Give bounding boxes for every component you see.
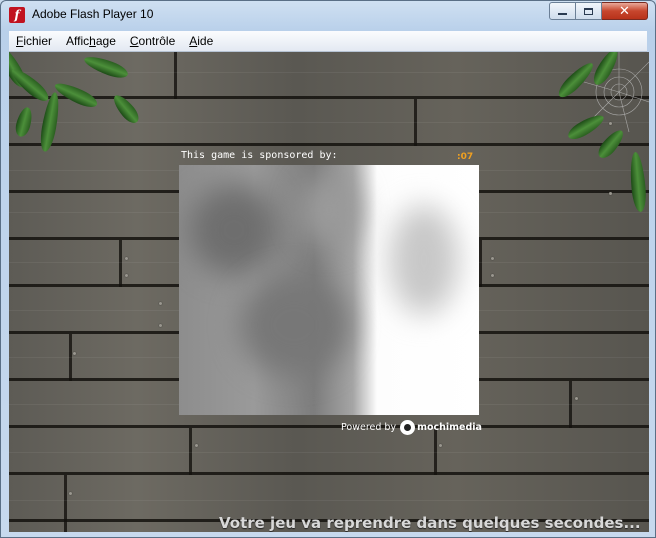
- plank-joint: [64, 475, 67, 532]
- window-title: Adobe Flash Player 10: [32, 7, 154, 21]
- ad-blur: [189, 185, 279, 275]
- wood-grain: [9, 500, 649, 501]
- close-button[interactable]: ✕: [602, 2, 648, 20]
- menu-aide-rest: ide: [197, 34, 214, 48]
- resume-message: Votre jeu va reprendre dans quelques sec…: [219, 514, 641, 532]
- plank-joint: [119, 240, 122, 287]
- menu-fichier-rest: ichier: [23, 34, 53, 48]
- flash-player-window: f Adobe Flash Player 10 ✕ Fichier Affich…: [0, 0, 656, 538]
- menu-affichage[interactable]: Affichage: [59, 34, 123, 48]
- nail: [69, 492, 72, 495]
- flash-icon[interactable]: f: [9, 7, 25, 23]
- caption-buttons: ✕: [549, 2, 648, 20]
- sponsor-ad[interactable]: [179, 165, 479, 415]
- nail: [73, 352, 76, 355]
- flash-stage[interactable]: This game is sponsored by: :07 Powered b…: [9, 52, 649, 532]
- nail: [125, 257, 128, 260]
- nail: [159, 302, 162, 305]
- menu-affichage-pre: Affic: [66, 34, 90, 48]
- menu-affichage-rest: age: [95, 34, 116, 48]
- powered-by[interactable]: Powered by mochimedia: [341, 420, 482, 435]
- wood-grain: [9, 452, 649, 453]
- leaf-decoration: [628, 151, 648, 213]
- menu-bar: Fichier Affichage Contrôle Aide: [9, 31, 647, 52]
- nail: [491, 257, 494, 260]
- nail: [575, 397, 578, 400]
- powered-by-label: Powered by: [341, 422, 397, 433]
- menu-aide[interactable]: Aide: [182, 34, 220, 48]
- mochimedia-icon: [400, 420, 416, 435]
- minimize-button[interactable]: [549, 2, 576, 20]
- menu-controle-rest: ontrôle: [138, 34, 176, 48]
- leaf-decoration: [81, 52, 131, 82]
- nail: [195, 444, 198, 447]
- plank-joint: [479, 240, 482, 287]
- title-bar[interactable]: f Adobe Flash Player 10 ✕: [1, 1, 655, 29]
- maximize-button[interactable]: [576, 2, 602, 20]
- leaf-decoration: [52, 78, 100, 112]
- plank-joint: [174, 52, 177, 99]
- maximize-icon: [584, 7, 593, 15]
- menu-fichier[interactable]: Fichier: [9, 34, 59, 48]
- ad-blur: [239, 275, 349, 375]
- menu-controle[interactable]: Contrôle: [123, 34, 182, 48]
- nail: [439, 444, 442, 447]
- ad-blur: [299, 175, 359, 245]
- mochimedia-brand: mochimedia: [417, 422, 482, 433]
- menu-controle-accel: C: [129, 34, 139, 48]
- wood-grain: [9, 122, 649, 123]
- leaf-decoration: [9, 64, 53, 106]
- nail: [159, 324, 162, 327]
- nail: [125, 274, 128, 277]
- close-icon: ✕: [619, 3, 630, 19]
- minimize-icon: [558, 13, 567, 15]
- sponsor-label: This game is sponsored by:: [181, 150, 338, 161]
- menu-affichage-accel: h: [89, 34, 96, 48]
- nail: [609, 192, 612, 195]
- nail: [491, 274, 494, 277]
- ad-blur: [389, 205, 459, 315]
- countdown-timer: :07: [457, 152, 474, 162]
